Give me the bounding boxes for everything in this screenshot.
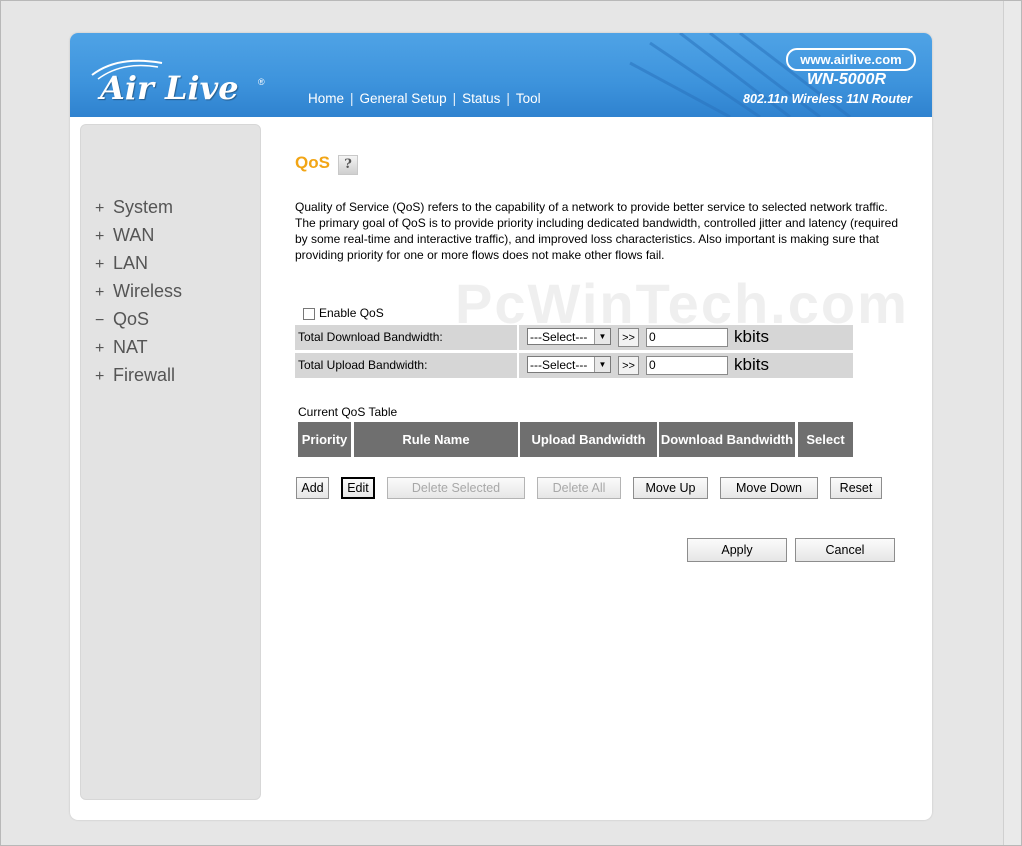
column-header-priority: Priority: [298, 422, 351, 457]
sidebar-item-wireless[interactable]: + Wireless: [95, 281, 182, 309]
select-value: ---Select---: [530, 330, 588, 344]
download-bandwidth-select[interactable]: ---Select--- ▼: [527, 328, 611, 345]
main-content: QoS ? Quality of Service (QoS) refers to…: [295, 33, 915, 820]
router-admin-frame: Air Live ® Home | General Setup | Status | Too…: [70, 33, 932, 820]
sidebar: + System + WAN + LAN + Wireless − QoS + NAT + F…: [80, 124, 261, 800]
download-unit-label: kbits: [734, 327, 769, 346]
delete-selected-button[interactable]: Delete Selected: [387, 477, 525, 499]
expand-icon: +: [95, 228, 105, 245]
sidebar-item-firewall[interactable]: + Firewall: [95, 365, 182, 393]
move-up-button[interactable]: Move Up: [633, 477, 708, 499]
expand-icon: +: [95, 340, 105, 357]
upload-bandwidth-label: Total Upload Bandwidth:: [295, 353, 517, 378]
dropdown-arrow-icon: ▼: [594, 357, 610, 372]
apply-button[interactable]: Apply: [687, 538, 787, 562]
enable-qos-label: Enable QoS: [319, 306, 384, 320]
move-down-button[interactable]: Move Down: [720, 477, 818, 499]
sidebar-item-nat[interactable]: + NAT: [95, 337, 182, 365]
download-bandwidth-cell: ---Select--- ▼ >> 0 kbits: [519, 325, 853, 350]
expand-icon: +: [95, 200, 105, 217]
sidebar-item-lan[interactable]: + LAN: [95, 253, 182, 281]
upload-unit-label: kbits: [734, 355, 769, 374]
sidebar-item-label: Firewall: [113, 365, 176, 385]
sidebar-item-label: LAN: [113, 253, 149, 273]
sidebar-item-label: WAN: [113, 225, 155, 245]
cancel-button[interactable]: Cancel: [795, 538, 895, 562]
sidebar-item-wan[interactable]: + WAN: [95, 225, 182, 253]
qos-description: Quality of Service (QoS) refers to the c…: [295, 200, 898, 262]
sidebar-item-system[interactable]: + System: [95, 197, 182, 225]
download-apply-arrow-button[interactable]: >>: [618, 328, 639, 347]
qos-table-caption: Current QoS Table: [298, 405, 398, 419]
expand-icon: +: [95, 284, 105, 301]
enable-qos-row: Enable QoS: [303, 306, 384, 320]
airlive-logo: Air Live: [100, 69, 239, 107]
expand-icon: +: [95, 256, 105, 273]
scrollbar[interactable]: [1003, 1, 1021, 845]
delete-all-button[interactable]: Delete All: [537, 477, 621, 499]
column-header-rule-name: Rule Name: [354, 422, 518, 457]
upload-apply-arrow-button[interactable]: >>: [618, 356, 639, 375]
sidebar-item-qos[interactable]: − QoS: [95, 309, 182, 337]
download-bandwidth-input[interactable]: 0: [646, 328, 728, 347]
enable-qos-checkbox[interactable]: [303, 307, 315, 320]
registered-mark: ®: [258, 77, 265, 87]
add-button[interactable]: Add: [296, 477, 329, 499]
column-header-select: Select: [798, 422, 853, 457]
upload-bandwidth-cell: ---Select--- ▼ >> 0 kbits: [519, 353, 853, 378]
column-header-upload-bandwidth: Upload Bandwidth: [520, 422, 657, 457]
page-title: QoS: [295, 153, 330, 172]
help-icon[interactable]: ?: [338, 155, 358, 175]
sidebar-item-label: System: [113, 197, 174, 217]
edit-button[interactable]: Edit: [341, 477, 375, 499]
select-value: ---Select---: [530, 358, 588, 372]
download-bandwidth-label: Total Download Bandwidth:: [295, 325, 517, 350]
sidebar-menu: + System + WAN + LAN + Wireless − QoS + NAT + F…: [95, 197, 182, 393]
sidebar-item-label: Wireless: [113, 281, 183, 301]
collapse-icon: −: [95, 312, 105, 329]
sidebar-item-label: NAT: [113, 337, 148, 357]
reset-button[interactable]: Reset: [830, 477, 882, 499]
expand-icon: +: [95, 368, 105, 385]
sidebar-item-label: QoS: [113, 309, 150, 329]
column-header-download-bandwidth: Download Bandwidth: [659, 422, 795, 457]
upload-bandwidth-input[interactable]: 0: [646, 356, 728, 375]
upload-bandwidth-select[interactable]: ---Select--- ▼: [527, 356, 611, 373]
dropdown-arrow-icon: ▼: [594, 329, 610, 344]
